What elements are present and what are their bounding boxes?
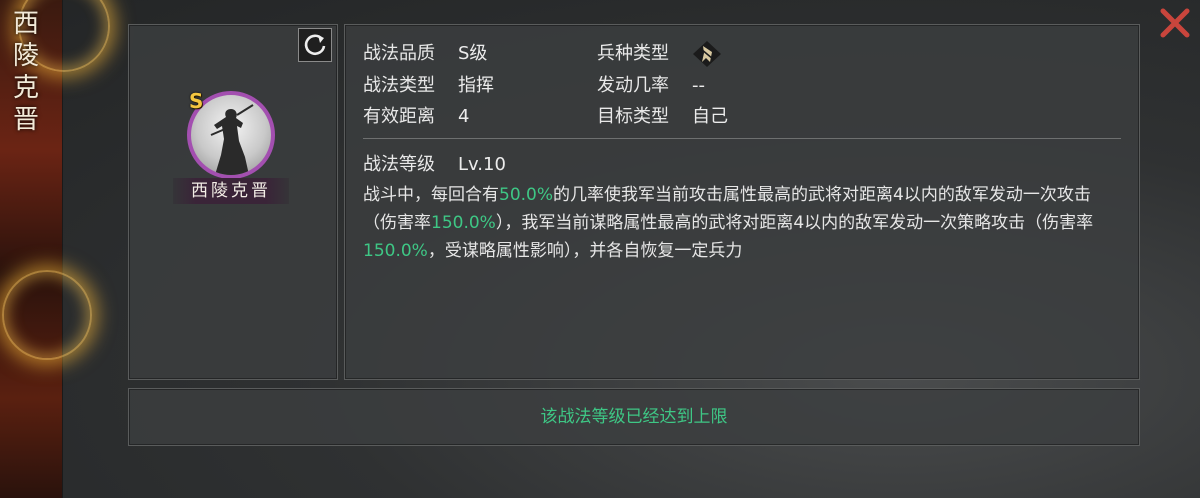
close-button[interactable] [1158, 6, 1192, 40]
side-title: 西 陵 克 晋 [10, 8, 42, 136]
max-level-message: 该战法等级已经达到上限 [540, 407, 728, 427]
attr-trigger-rate: 发动几率 -- [597, 74, 705, 98]
attr-quality: 战法品质 S级 [363, 42, 487, 66]
glow-ring-bottom [2, 270, 92, 360]
attr-label: 发动几率 [597, 75, 669, 96]
attr-value: 自己 [692, 106, 728, 127]
attr-type: 战法类型 指挥 [363, 74, 494, 98]
attr-value: 指挥 [458, 75, 494, 96]
attr-level: 战法等级 Lv.10 [363, 153, 506, 177]
attr-range: 有效距离 4 [363, 105, 469, 129]
desc-text: ），我军当前谋略属性最高的武将对距离4以内的敌军发动一次策略攻击（伤害率 [495, 213, 1094, 233]
desc-text: ，受谋略属性影响），并各自恢复一定兵力 [427, 241, 743, 261]
attr-troop-type: 兵种类型 [597, 41, 721, 67]
attr-label: 兵种类型 [597, 43, 669, 64]
attr-value: Lv.10 [458, 154, 506, 175]
attr-value: -- [692, 75, 705, 96]
attr-label: 战法品质 [363, 43, 435, 64]
refresh-button[interactable] [298, 28, 332, 62]
close-icon [1160, 8, 1190, 38]
attr-label: 有效距离 [363, 106, 435, 127]
tactic-portrait-panel: S 西陵克晋 [128, 24, 338, 380]
refresh-icon [304, 34, 326, 56]
desc-text: 战斗中，每回合有 [363, 185, 499, 205]
troop-type-icon [692, 40, 722, 75]
attr-value: S级 [458, 43, 488, 64]
attr-label: 战法类型 [363, 75, 435, 96]
attr-label: 战法等级 [363, 154, 435, 175]
attr-target: 目标类型 自己 [597, 105, 728, 129]
desc-highlight: 50.0% [499, 185, 554, 205]
side-title-char: 陵 [12, 41, 39, 71]
side-title-char: 克 [12, 73, 39, 103]
attr-value: 4 [458, 106, 470, 127]
side-decoration: 西 陵 克 晋 [0, 0, 110, 498]
attr-label: 目标类型 [597, 106, 669, 127]
side-title-char: 晋 [12, 105, 39, 135]
level-status-panel: 该战法等级已经达到上限 [128, 388, 1140, 446]
general-name-plate: 西陵克晋 [173, 178, 289, 204]
divider [363, 138, 1121, 139]
side-title-char: 西 [12, 9, 39, 39]
grade-badge: S [189, 89, 204, 113]
tactic-description: 战斗中，每回合有50.0%的几率使我军当前攻击属性最高的武将对距离4以内的敌军发… [363, 181, 1123, 265]
desc-highlight: 150.0% [431, 213, 496, 233]
desc-highlight: 150.0% [363, 241, 428, 261]
tactic-info-panel: 战法品质 S级 战法类型 指挥 有效距离 4 兵种类型 发动几率 -- 目标类型… [344, 24, 1140, 380]
